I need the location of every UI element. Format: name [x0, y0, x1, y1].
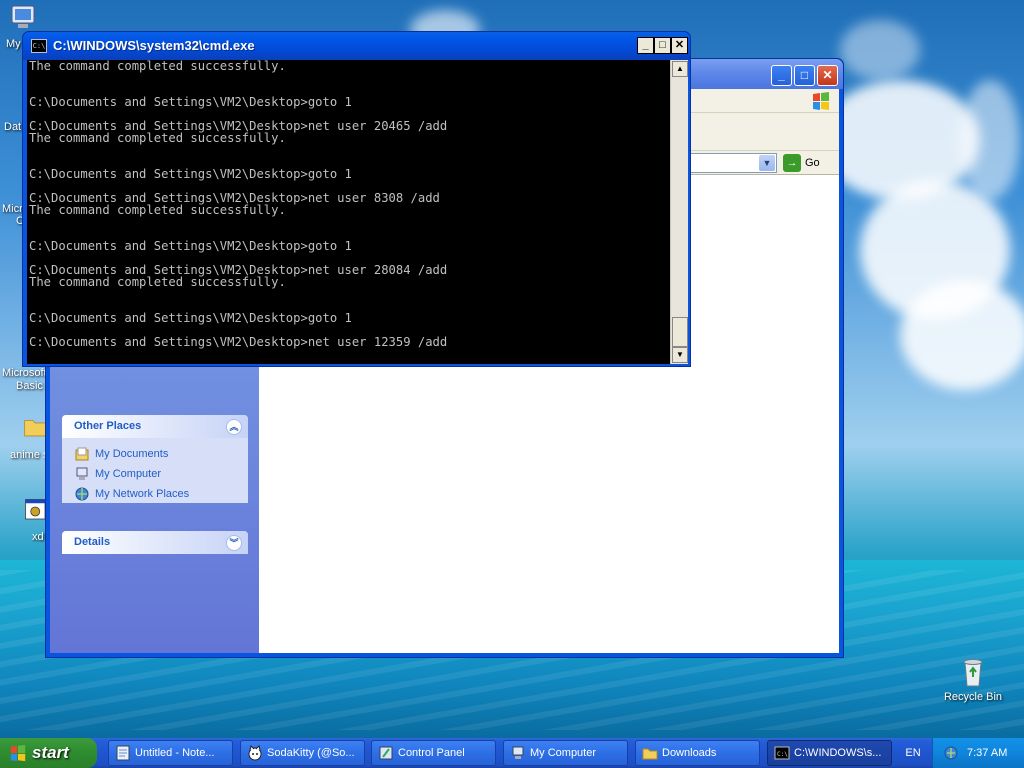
cmd-line: C:\Documents and Settings\VM2\Desktop>go…	[29, 167, 352, 181]
cmd-line: The command completed successfully.	[29, 131, 286, 145]
explorer-maximize-button[interactable]: □	[794, 65, 815, 86]
cmd-icon: C:\	[31, 39, 47, 53]
cmd-line	[29, 144, 670, 156]
other-places-my-computer[interactable]: My Computer	[62, 464, 248, 484]
network-tray-icon[interactable]	[943, 745, 959, 761]
documents-icon	[75, 447, 89, 461]
taskbar-button-label: My Computer	[530, 747, 597, 759]
cmd-console-output[interactable]: The command completed successfully. C:\Do…	[27, 60, 670, 364]
cmd-line: The command completed successfully.	[29, 203, 286, 217]
cmd-line	[29, 216, 670, 228]
details-panel: Details ︾	[62, 531, 248, 554]
my-network-places-label: My Network Places	[95, 488, 190, 500]
start-button[interactable]: start	[0, 738, 97, 768]
my-documents-label: My Documents	[95, 448, 169, 460]
go-arrow-icon: →	[783, 154, 801, 173]
cmd-maximize-button[interactable]: □	[654, 37, 671, 54]
taskbar: start Untitled - Note... SodaKitty (@So.…	[0, 738, 1024, 768]
other-places-panel: Other Places ︽ My Documents My Computer …	[62, 415, 248, 503]
cmd-line: C:\Documents and Settings\VM2\Desktop>go…	[29, 95, 352, 109]
desktop-label-xd[interactable]: xd	[32, 531, 44, 543]
network-icon	[75, 487, 89, 501]
taskbar-button-cmd[interactable]: C:\ C:\WINDOWS\s...	[767, 740, 892, 766]
cmd-line	[29, 72, 670, 84]
scroll-thumb[interactable]	[672, 317, 688, 347]
details-header[interactable]: Details ︾	[62, 531, 248, 554]
cmd-line: The command completed successfully.	[29, 60, 286, 73]
recycle-bin-icon	[963, 659, 983, 687]
go-button[interactable]: → Go	[783, 153, 833, 173]
desktop-label-my[interactable]: My	[6, 38, 21, 50]
details-title: Details	[74, 536, 111, 548]
windows-logo-icon	[813, 92, 829, 110]
start-label: start	[32, 743, 69, 762]
desktop-label-microsoft[interactable]: Microsoft	[2, 367, 47, 379]
collapse-chevron-icon[interactable]: ︽	[226, 419, 242, 435]
other-places-my-network[interactable]: My Network Places	[62, 484, 248, 504]
taskbar-button-my-computer[interactable]: My Computer	[503, 740, 628, 766]
taskbar-button-downloads[interactable]: Downloads	[635, 740, 760, 766]
taskbar-button-notepad[interactable]: Untitled - Note...	[108, 740, 233, 766]
taskbar-button-label: Control Panel	[398, 747, 465, 759]
taskbar-button-label: Downloads	[662, 747, 717, 759]
cmd-line: C:\Documents and Settings\VM2\Desktop>go…	[29, 311, 352, 325]
folder-icon	[642, 748, 658, 760]
computer-icon	[512, 746, 524, 759]
go-label: Go	[805, 157, 820, 169]
svg-text:C:\: C:\	[777, 751, 788, 758]
windows-logo-icon	[10, 744, 26, 762]
cmd-close-button[interactable]: ✕	[671, 37, 688, 54]
cmd-line: The command completed successfully.	[29, 275, 286, 289]
taskbar-button-label: C:\WINDOWS\s...	[794, 747, 882, 759]
control-panel-icon	[379, 746, 393, 760]
cmd-scrollbar[interactable]: ▲ ▼	[670, 60, 688, 364]
address-dropdown-icon[interactable]: ▼	[759, 155, 775, 171]
taskbar-button-control-panel[interactable]: Control Panel	[371, 740, 496, 766]
cmd-icon: C:\	[774, 746, 790, 760]
desktop-label-basic[interactable]: Basic	[16, 380, 43, 392]
cmd-title: C:\WINDOWS\system32\cmd.exe	[53, 38, 255, 53]
notepad-icon	[116, 745, 130, 761]
language-indicator[interactable]: EN	[898, 738, 928, 768]
recycle-bin-label: Recycle Bin	[943, 691, 1003, 703]
cmd-line: C:\Documents and Settings\VM2\Desktop>ne…	[29, 335, 448, 349]
cmd-window[interactable]: C:\ C:\WINDOWS\system32\cmd.exe _ □ ✕ Th…	[22, 31, 691, 367]
scroll-down-arrow-icon[interactable]: ▼	[672, 347, 688, 363]
computer-icon	[76, 467, 88, 481]
cmd-minimize-button[interactable]: _	[637, 37, 654, 54]
desktop-icon-recycle-bin[interactable]: Recycle Bin	[938, 656, 1008, 703]
explorer-close-button[interactable]: ✕	[817, 65, 838, 86]
taskbar-button-sodakitty[interactable]: SodaKitty (@So...	[240, 740, 365, 766]
expand-chevron-icon[interactable]: ︾	[226, 535, 242, 551]
system-tray: 7:37 AM	[932, 738, 1024, 768]
taskbar-button-label: Untitled - Note...	[135, 747, 215, 759]
explorer-minimize-button[interactable]: _	[771, 65, 792, 86]
cat-icon	[248, 745, 262, 761]
cmd-line: C:\Documents and Settings\VM2\Desktop>go…	[29, 239, 352, 253]
other-places-header[interactable]: Other Places ︽	[62, 415, 248, 438]
clock[interactable]: 7:37 AM	[967, 738, 1007, 768]
cmd-line	[29, 288, 670, 300]
desktop-label-anime[interactable]: anime s	[10, 449, 49, 461]
computer-icon	[11, 5, 35, 28]
taskbar-button-label: SodaKitty (@So...	[267, 747, 355, 759]
desktop-label-dat[interactable]: Dat	[4, 121, 21, 133]
my-computer-label: My Computer	[95, 468, 162, 480]
other-places-title: Other Places	[74, 420, 142, 432]
scroll-up-arrow-icon[interactable]: ▲	[672, 61, 688, 77]
other-places-my-documents[interactable]: My Documents	[62, 444, 248, 464]
cmd-title-bar[interactable]: C:\ C:\WINDOWS\system32\cmd.exe _ □ ✕	[23, 32, 690, 60]
